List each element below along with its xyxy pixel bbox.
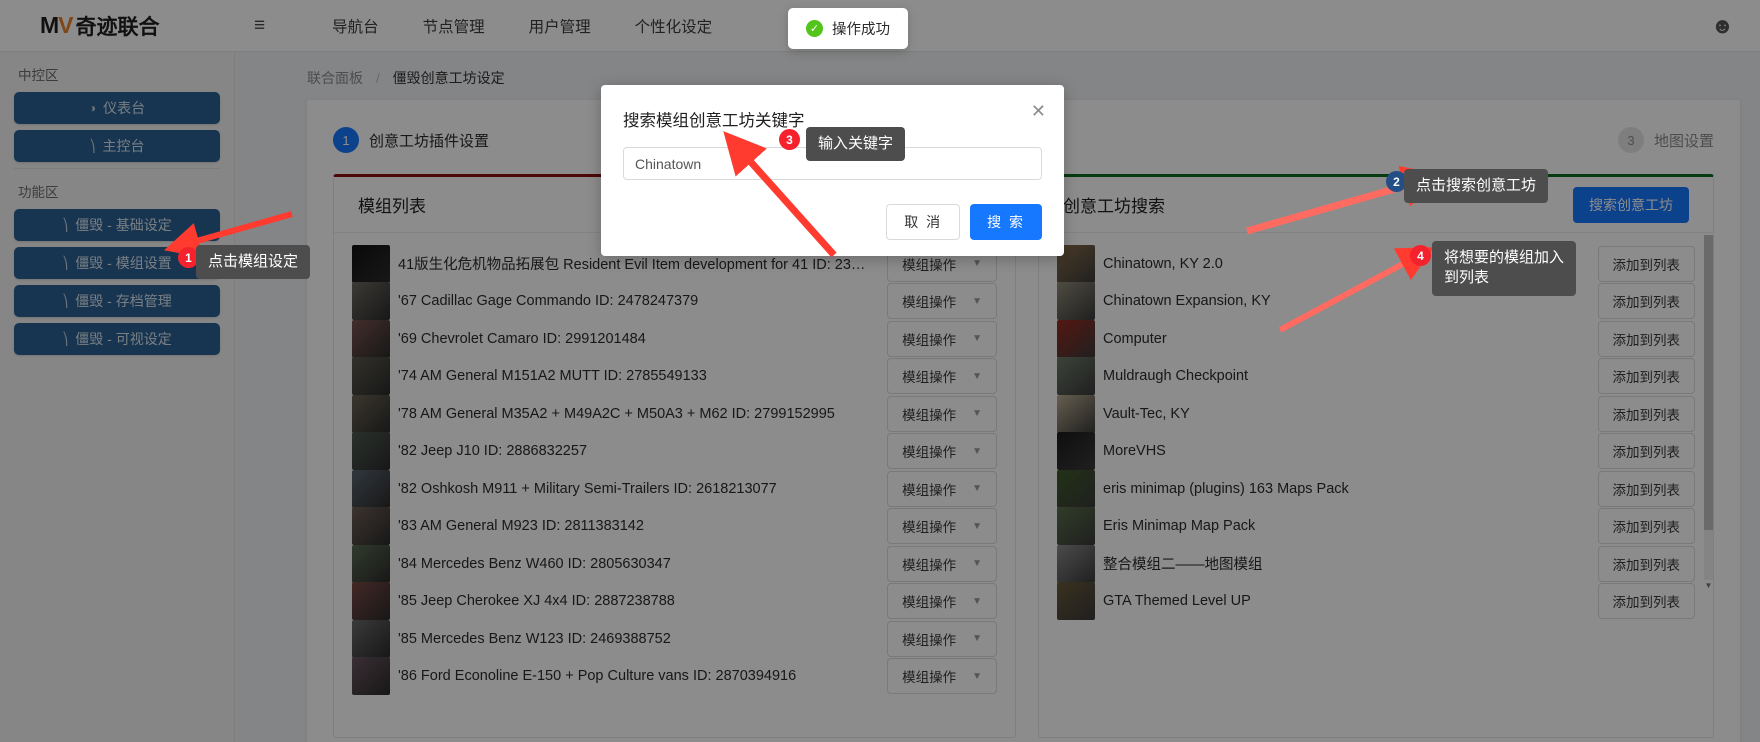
check-icon: ✓	[806, 20, 823, 37]
toast-message: 操作成功	[832, 22, 890, 38]
keyword-input[interactable]	[623, 147, 1042, 180]
dialog-footer: 取 消 搜 索	[623, 204, 1042, 240]
cancel-button[interactable]: 取 消	[886, 204, 961, 240]
search-button[interactable]: 搜 索	[970, 204, 1042, 240]
success-toast: ✓ 操作成功	[788, 8, 908, 49]
close-icon[interactable]: ✕	[1031, 102, 1046, 120]
search-keyword-dialog: 搜索模组创意工坊关键字 ✕ 取 消 搜 索	[601, 85, 1064, 256]
dialog-title: 搜索模组创意工坊关键字	[623, 112, 805, 130]
